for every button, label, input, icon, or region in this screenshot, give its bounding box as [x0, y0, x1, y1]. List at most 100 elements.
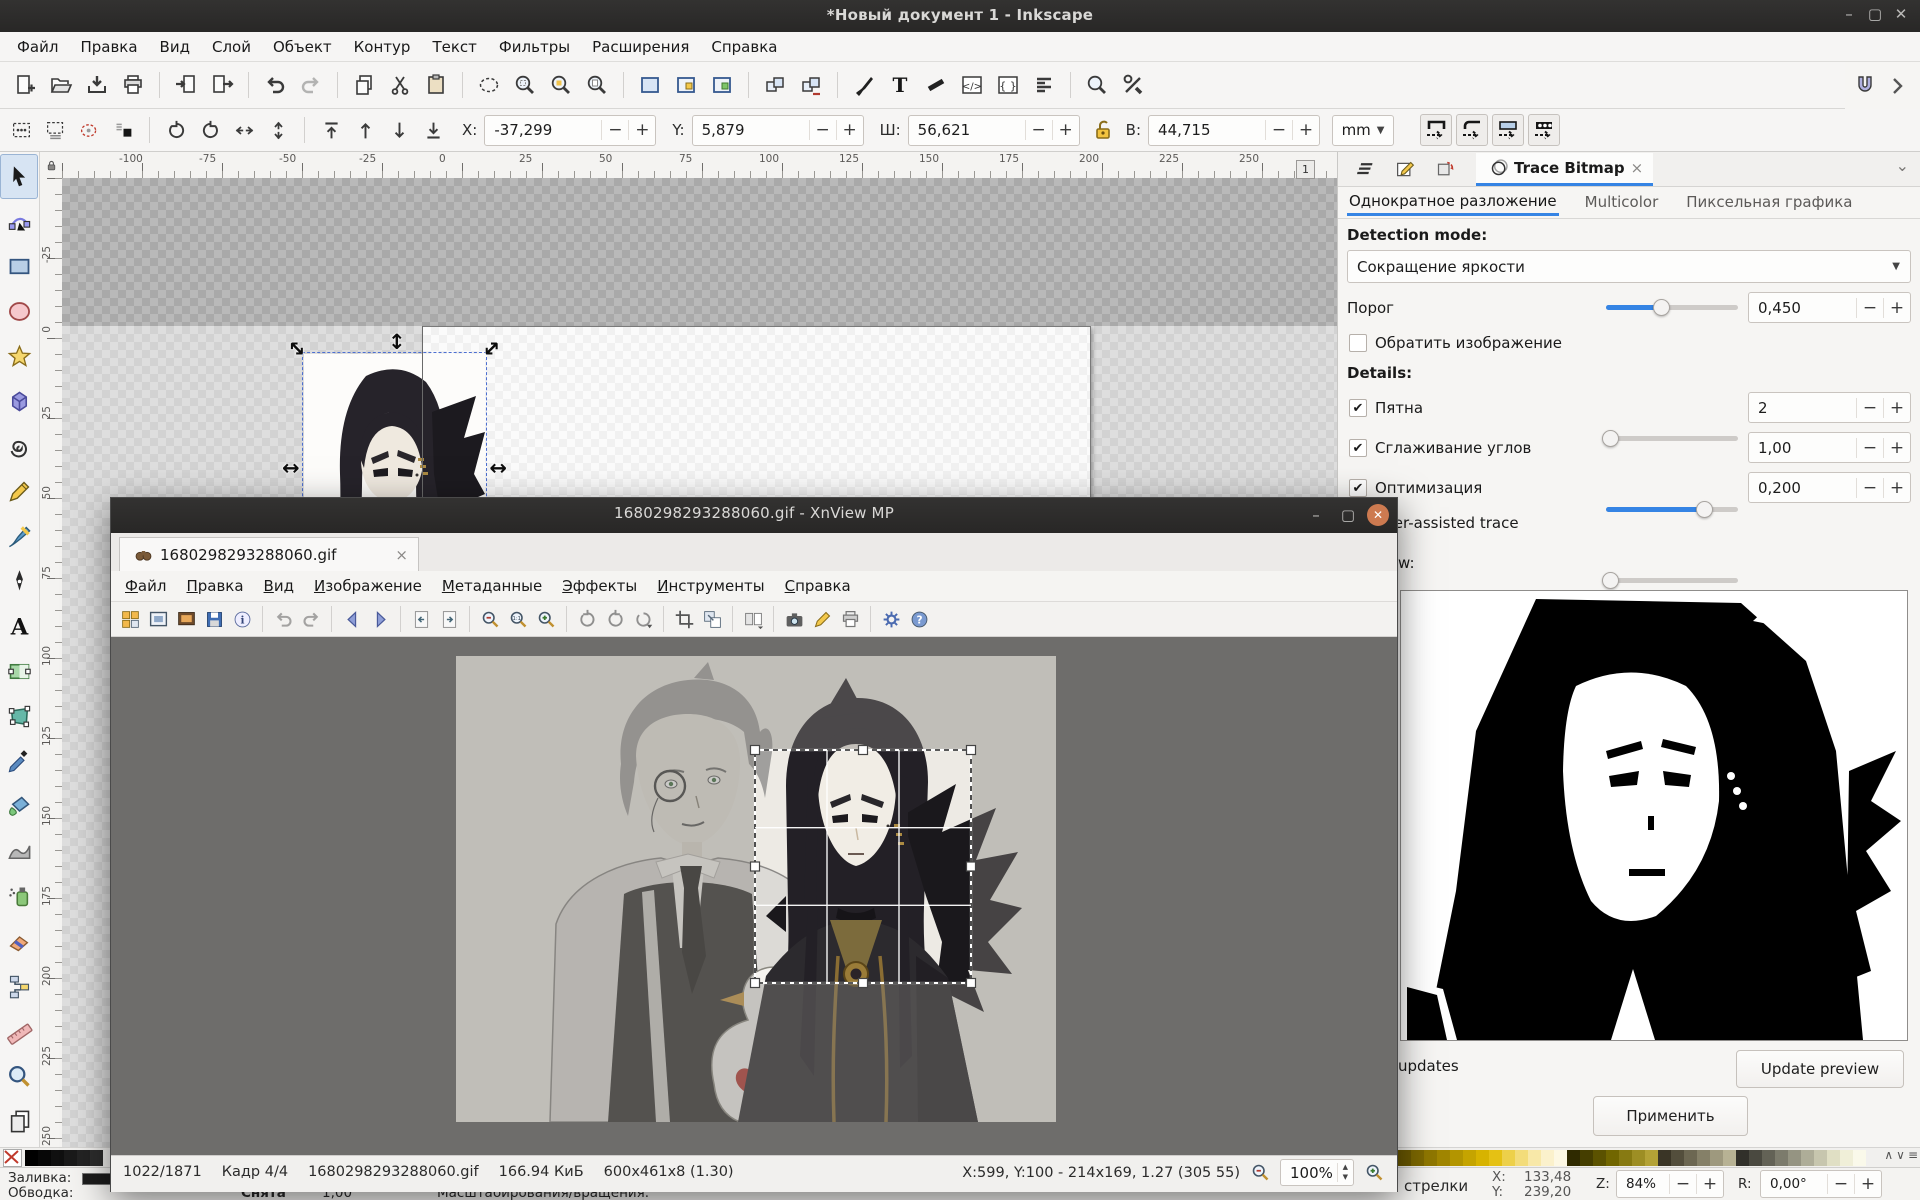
palette-swatch[interactable]	[51, 1150, 64, 1166]
palette-swatch[interactable]	[1398, 1150, 1411, 1166]
increment-button[interactable]: +	[1883, 478, 1910, 498]
speckles-field[interactable]: 2 −+	[1748, 392, 1911, 423]
xnview-menu-4[interactable]: Метаданные	[432, 573, 552, 599]
select-all-icon[interactable]	[8, 117, 34, 143]
vertical-ruler[interactable]: -250255075100125150175200225250	[40, 178, 63, 1147]
update-preview-button[interactable]: Update preview	[1736, 1050, 1904, 1088]
speckles-slider[interactable]	[1606, 423, 1738, 454]
tool-pages[interactable]	[0, 1099, 38, 1144]
palette-swatch[interactable]	[1827, 1150, 1840, 1166]
lower-icon[interactable]	[386, 117, 412, 143]
lock-ratio-icon[interactable]	[1088, 115, 1118, 145]
magnifier-icon[interactable]	[1082, 70, 1112, 100]
xnview-image-area[interactable]	[111, 637, 1397, 1155]
palette-swatch[interactable]	[1541, 1150, 1554, 1166]
xnview-menu-0[interactable]: Файл	[115, 573, 176, 599]
scale-handle-icon[interactable]: ↔	[282, 458, 300, 479]
no-color-swatch[interactable]	[3, 1149, 22, 1167]
tool-measure[interactable]	[0, 1009, 38, 1054]
palette-swatch[interactable]	[1424, 1150, 1437, 1166]
xn-save-icon[interactable]	[201, 606, 227, 632]
import-icon[interactable]	[171, 70, 201, 100]
decrement-button[interactable]: −	[601, 120, 628, 140]
minimize-icon[interactable]: –	[1303, 506, 1329, 524]
zoom-field[interactable]: 84% −+	[1616, 1170, 1724, 1198]
scale-handle-icon[interactable]: ↔	[489, 458, 507, 479]
palette-swatch[interactable]	[1632, 1150, 1645, 1166]
palette-swatch[interactable]	[1619, 1150, 1632, 1166]
palette-swatch[interactable]	[1645, 1150, 1658, 1166]
tool-pencil[interactable]	[0, 469, 38, 514]
units-value[interactable]: mm	[1342, 121, 1371, 139]
tab-close-icon[interactable]: ×	[395, 546, 408, 564]
palette-swatch[interactable]	[1463, 1150, 1476, 1166]
ruler-corner[interactable]	[40, 152, 63, 179]
width-field[interactable]: 56,621 −+	[908, 115, 1080, 146]
lower-to-bottom-icon[interactable]	[420, 117, 446, 143]
gradient-slant-icon[interactable]	[921, 70, 951, 100]
palette-swatch[interactable]	[1801, 1150, 1814, 1166]
transform-corner-icon[interactable]	[1456, 114, 1488, 146]
copy-icon[interactable]	[349, 70, 379, 100]
palette-swatch[interactable]	[25, 1150, 38, 1166]
palette-swatch[interactable]	[1554, 1150, 1567, 1166]
width-value[interactable]: 56,621	[909, 121, 1025, 139]
palette-swatch[interactable]	[1515, 1150, 1528, 1166]
paste-icon[interactable]	[421, 70, 451, 100]
smoothing-checkbox[interactable]: ✔	[1349, 439, 1367, 457]
decrement-button[interactable]: −	[1856, 298, 1883, 318]
increment-button[interactable]: +	[1696, 1174, 1723, 1194]
paint-brush-icon[interactable]	[849, 70, 879, 100]
threshold-slider[interactable]	[1606, 292, 1738, 323]
xn-redo-icon[interactable]	[298, 606, 324, 632]
tool-star[interactable]	[0, 334, 38, 379]
xn-zoom-100-icon[interactable]: 1:1	[505, 606, 531, 632]
tool-spray[interactable]	[0, 874, 38, 919]
printer-icon[interactable]	[118, 70, 148, 100]
xn-print-icon[interactable]	[837, 606, 863, 632]
decrement-button[interactable]: −	[1856, 478, 1883, 498]
xnview-menu-5[interactable]: Эффекты	[552, 573, 647, 599]
palette-swatch[interactable]	[1697, 1150, 1710, 1166]
units-dropdown[interactable]: mm ▼	[1332, 115, 1394, 146]
snap-icon[interactable]	[1850, 71, 1880, 101]
invert-image-checkbox[interactable]	[1349, 334, 1367, 352]
tool-dropper[interactable]	[0, 739, 38, 784]
selection-ellipse-icon[interactable]	[474, 70, 504, 100]
xn-undo-icon[interactable]	[270, 606, 296, 632]
ungroup-icon[interactable]	[796, 70, 826, 100]
palette-swatch[interactable]	[1593, 1150, 1606, 1166]
xn-resize-icon[interactable]	[699, 606, 725, 632]
y-coordinate-value[interactable]: 5,879	[693, 121, 809, 139]
chevron-right-icon[interactable]	[1882, 71, 1912, 101]
palette-swatch[interactable]	[1528, 1150, 1541, 1166]
spinner-arrows-icon[interactable]: ▲▼	[1337, 1163, 1353, 1183]
increment-button[interactable]: +	[1292, 120, 1319, 140]
palette-control-icon[interactable]: ∧	[1884, 1148, 1893, 1162]
inkscape-menu-5[interactable]: Контур	[343, 34, 422, 60]
page-number-badge[interactable]: 1	[1296, 160, 1315, 179]
inkscape-menu-7[interactable]: Фильтры	[488, 34, 581, 60]
palette-swatch[interactable]	[1840, 1150, 1853, 1166]
transform-move-icon[interactable]	[1420, 114, 1452, 146]
xn-layout-icon[interactable]	[740, 606, 766, 632]
palette-swatch[interactable]	[77, 1150, 90, 1166]
tool-rectangle[interactable]	[0, 244, 38, 289]
rotate-ccw-icon[interactable]	[163, 117, 189, 143]
unlink-clone-icon[interactable]	[707, 70, 737, 100]
optimize-checkbox[interactable]: ✔	[1349, 479, 1367, 497]
palette-swatch[interactable]	[1437, 1150, 1450, 1166]
xn-fullscreen-icon[interactable]	[173, 606, 199, 632]
flip-vertical-icon[interactable]	[265, 117, 291, 143]
xn-prev-icon[interactable]	[339, 606, 365, 632]
xn-zoom-out-icon[interactable]	[477, 606, 503, 632]
detection-mode-value[interactable]: Сокращение яркости	[1348, 258, 1892, 276]
align-bars-icon[interactable]	[1029, 70, 1059, 100]
raise-to-top-icon[interactable]	[318, 117, 344, 143]
xnview-tab[interactable]: 1680298293288060.gif ×	[119, 537, 419, 571]
optimize-value[interactable]: 0,200	[1749, 479, 1856, 497]
xn-rot-any-icon[interactable]	[630, 606, 656, 632]
tab-close-icon[interactable]: ×	[1631, 159, 1644, 177]
dock-swatch-icon[interactable]	[1432, 156, 1458, 182]
decrement-button[interactable]: −	[1669, 1174, 1696, 1194]
